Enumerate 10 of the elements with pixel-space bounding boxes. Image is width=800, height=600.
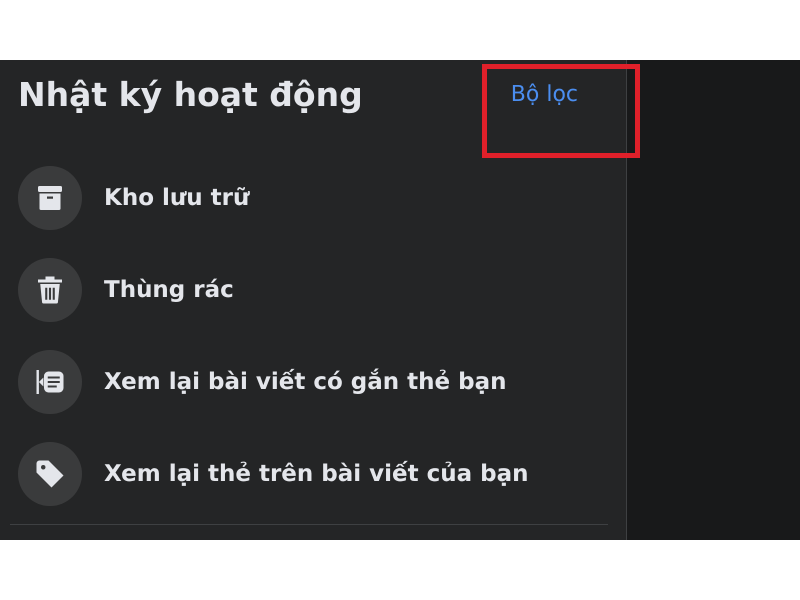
menu-label: Xem lại thẻ trên bài viết của bạn xyxy=(104,461,529,487)
menu-label: Thùng rác xyxy=(104,277,234,303)
menu-item[interactable]: Xem lại thẻ trên bài viết của bạn xyxy=(18,428,606,520)
menu-item[interactable]: Kho lưu trữ xyxy=(18,152,606,244)
menu-item[interactable]: Xem lại bài viết có gắn thẻ bạn xyxy=(18,336,606,428)
menu-item[interactable]: Thùng rác xyxy=(18,244,606,336)
menu-label: Xem lại bài viết có gắn thẻ bạn xyxy=(104,369,506,395)
page-title: Nhật ký hoạt động xyxy=(18,74,363,116)
menu-label: Kho lưu trữ xyxy=(104,185,250,211)
filter-link[interactable]: Bộ lọc xyxy=(510,82,578,107)
